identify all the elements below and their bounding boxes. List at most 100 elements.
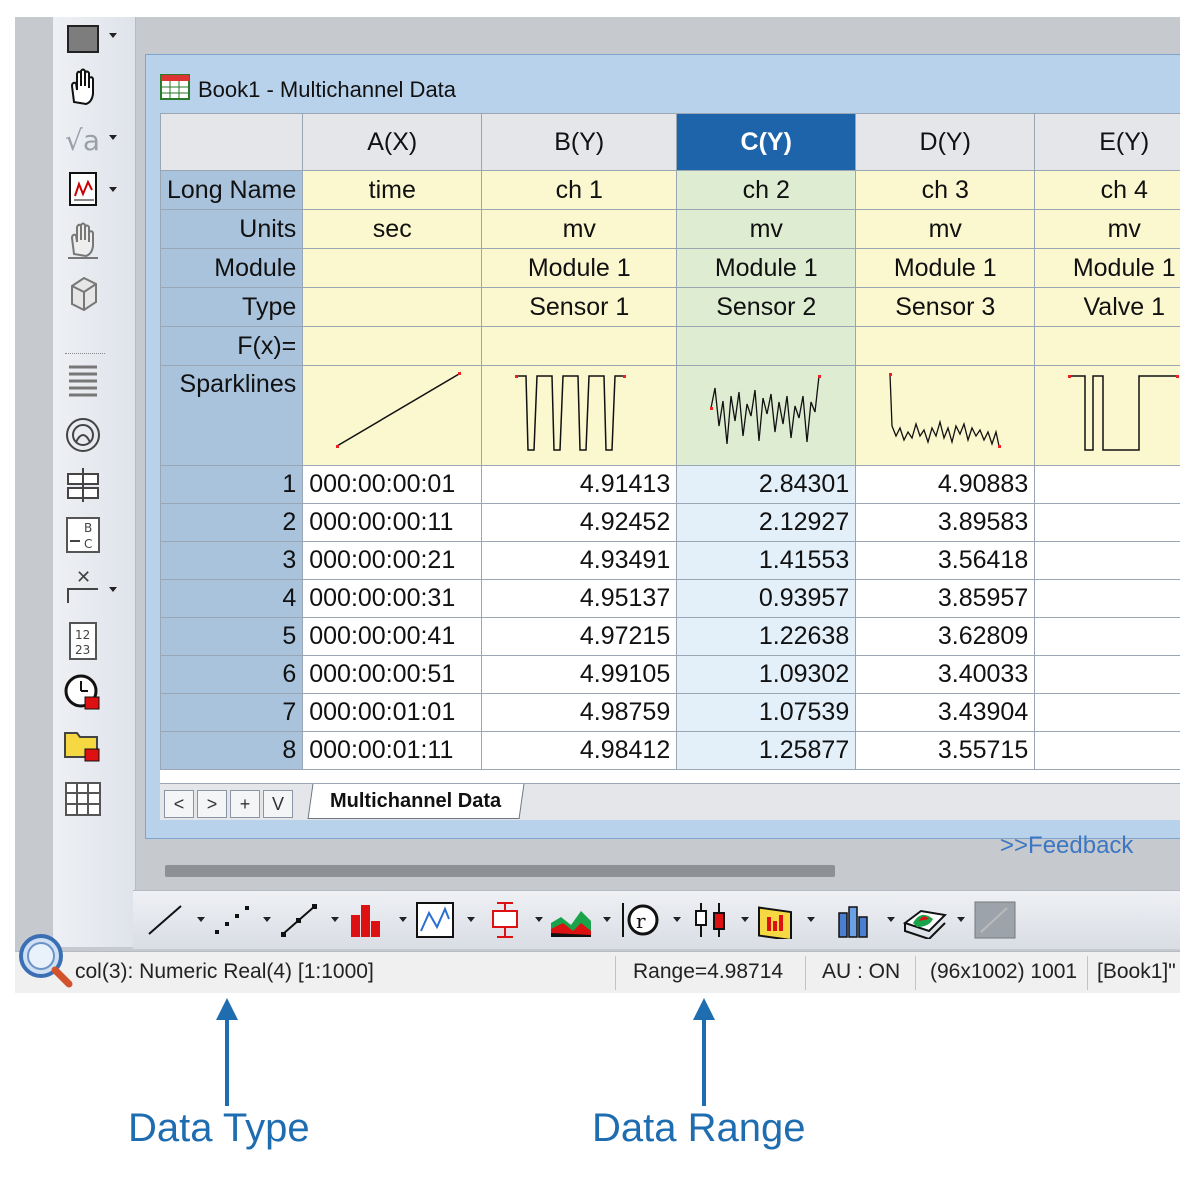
type-cell[interactable]: [302, 287, 483, 327]
data-cell[interactable]: 000:00:00:51: [302, 655, 483, 694]
data-cell[interactable]: 4.98412: [481, 731, 678, 770]
data-cell[interactable]: 000:00:00:11: [302, 503, 483, 542]
scatter-plot-icon[interactable]: [209, 899, 253, 941]
polar-plot-dropdown[interactable]: [673, 917, 681, 922]
box-chart-dropdown[interactable]: [535, 917, 543, 922]
feedback-link[interactable]: >>Feedback: [1000, 832, 1133, 860]
fx-cell[interactable]: [855, 326, 1036, 366]
workbook-title-bar[interactable]: Book1 - Multichannel Data: [160, 73, 456, 107]
units-cell[interactable]: mv: [1034, 209, 1180, 249]
sparkline-ch1[interactable]: [481, 365, 678, 466]
data-cell[interactable]: 4.98759: [481, 693, 678, 732]
area-plot-icon[interactable]: [549, 899, 593, 941]
magnifier-search-icon[interactable]: [15, 930, 75, 995]
data-cell[interactable]: 3.56418: [855, 541, 1036, 580]
sheet-nav-next-button[interactable]: >: [197, 790, 227, 818]
module-cell[interactable]: Module 1: [481, 248, 678, 288]
data-cell[interactable]: 000:00:00:21: [302, 541, 483, 580]
3d-surface-dropdown[interactable]: [957, 917, 965, 922]
module-cell[interactable]: Module 1: [1034, 248, 1180, 288]
polar-plot-icon[interactable]: r: [619, 899, 663, 941]
type-cell[interactable]: Sensor 3: [855, 287, 1036, 327]
data-cell[interactable]: 4.95137: [481, 579, 678, 618]
units-cell[interactable]: mv: [676, 209, 857, 249]
data-cell[interactable]: 4.92452: [481, 503, 678, 542]
type-cell[interactable]: Sensor 2: [676, 287, 857, 327]
data-cell[interactable]: 3.55715: [855, 731, 1036, 770]
sparkline-time[interactable]: [302, 365, 483, 466]
row-number[interactable]: 4: [160, 579, 304, 618]
3d-rotate-icon[interactable]: [63, 273, 103, 313]
sparkline-ch4[interactable]: [1034, 365, 1180, 466]
column-header-b[interactable]: B(Y): [481, 113, 678, 171]
data-cell[interactable]: 000:00:00:31: [302, 579, 483, 618]
fx-cell[interactable]: [676, 326, 857, 366]
row-number[interactable]: 8: [160, 731, 304, 770]
row-label-type[interactable]: Type: [160, 287, 304, 327]
column-bc-icon[interactable]: BC: [63, 515, 103, 555]
line-plot-icon[interactable]: [143, 899, 187, 941]
pan-hand-icon[interactable]: [63, 67, 103, 107]
data-cell[interactable]: 1: [1034, 465, 1180, 504]
data-cell[interactable]: 1.09302: [676, 655, 857, 694]
row-number[interactable]: 6: [160, 655, 304, 694]
3d-bars-icon[interactable]: [833, 899, 877, 941]
row-number[interactable]: 3: [160, 541, 304, 580]
template-more-dropdown[interactable]: [807, 917, 815, 922]
row-number[interactable]: 2: [160, 503, 304, 542]
template-plot-icon[interactable]: [755, 899, 799, 941]
module-cell[interactable]: [302, 248, 483, 288]
contour-plot-icon[interactable]: [973, 899, 1017, 941]
worksheet-grid[interactable]: A(X) B(Y) C(Y) D(Y) E(Y) Long Name time …: [160, 113, 1180, 783]
data-cell[interactable]: 3.62809: [855, 617, 1036, 656]
grid-corner-cell[interactable]: [160, 113, 304, 171]
column-plot-icon[interactable]: [345, 899, 389, 941]
data-cell[interactable]: 1: [1034, 731, 1180, 770]
data-cell[interactable]: 2.12927: [676, 503, 857, 542]
data-cell[interactable]: 4.90883: [855, 465, 1036, 504]
sheet-nav-prev-button[interactable]: <: [164, 790, 194, 818]
3d-bars-dropdown[interactable]: [887, 917, 895, 922]
long-name-cell[interactable]: ch 2: [676, 170, 857, 210]
data-cell[interactable]: 3.40033: [855, 655, 1036, 694]
area-plot-dropdown[interactable]: [603, 917, 611, 922]
data-cell[interactable]: 4.97215: [481, 617, 678, 656]
stock-plot-dropdown[interactable]: [741, 917, 749, 922]
row-label-sparklines[interactable]: Sparklines: [160, 365, 304, 466]
data-cell[interactable]: 1: [1034, 617, 1180, 656]
circle-target-icon[interactable]: [63, 415, 103, 455]
data-cell[interactable]: 000:00:00:01: [302, 465, 483, 504]
data-cell[interactable]: 1: [1034, 655, 1180, 694]
row-label-long-name[interactable]: Long Name: [160, 170, 304, 210]
multi-panel-plot-icon[interactable]: [413, 899, 457, 941]
row-number[interactable]: 1: [160, 465, 304, 504]
data-cell[interactable]: 000:00:00:41: [302, 617, 483, 656]
line-symbol-dropdown[interactable]: [331, 917, 339, 922]
3d-surface-icon[interactable]: [903, 899, 947, 941]
line-symbol-plot-icon[interactable]: [277, 899, 321, 941]
sheet-list-button[interactable]: V: [263, 790, 293, 818]
sparkline-ch3[interactable]: [855, 365, 1036, 466]
formula-sqrt-icon[interactable]: √a: [63, 119, 103, 159]
column-insert-icon[interactable]: [63, 465, 103, 505]
row-number[interactable]: 7: [160, 693, 304, 732]
column-header-d[interactable]: D(Y): [855, 113, 1036, 171]
data-cell[interactable]: 0.93957: [676, 579, 857, 618]
sparkline-ch2[interactable]: [676, 365, 857, 466]
horizontal-scrollbar[interactable]: [165, 865, 835, 877]
data-cell[interactable]: 2.84301: [676, 465, 857, 504]
data-cell[interactable]: 1: [1034, 541, 1180, 580]
data-cell[interactable]: 1.07539: [676, 693, 857, 732]
data-cell[interactable]: 3.43904: [855, 693, 1036, 732]
row-label-fx[interactable]: F(x)=: [160, 326, 304, 366]
fx-cell[interactable]: [1034, 326, 1180, 366]
sheet-tab-multichannel-data[interactable]: Multichannel Data: [307, 784, 525, 819]
data-cell[interactable]: 4.99105: [481, 655, 678, 694]
multi-panel-dropdown[interactable]: [467, 917, 475, 922]
data-cell[interactable]: 1.22638: [676, 617, 857, 656]
fx-cell[interactable]: [302, 326, 483, 366]
column-plot-dropdown[interactable]: [399, 917, 407, 922]
table-grid-icon[interactable]: [63, 779, 103, 819]
mask-tool-icon[interactable]: ✕: [63, 567, 103, 607]
clock-stamp-icon[interactable]: [63, 673, 103, 713]
